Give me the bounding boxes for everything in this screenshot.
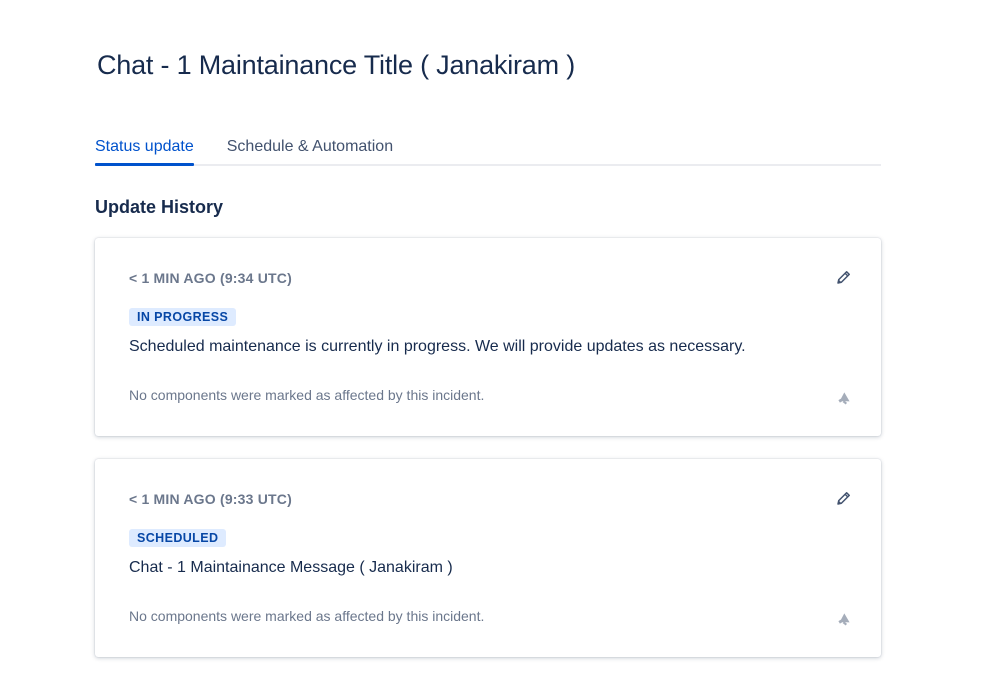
pencil-icon: [835, 268, 853, 291]
update-message: Chat - 1 Maintainance Message ( Janakira…: [129, 559, 453, 576]
update-timestamp: < 1 MIN AGO (9:33 UTC): [129, 491, 292, 507]
pencil-icon: [835, 489, 853, 512]
update-card: < 1 MIN AGO (9:34 UTC) IN PROGRESS Sched…: [95, 238, 881, 436]
edit-update-button[interactable]: [833, 489, 855, 511]
affected-components-note: No components were marked as affected by…: [129, 608, 485, 624]
update-card: < 1 MIN AGO (9:33 UTC) SCHEDULED Chat - …: [95, 459, 881, 657]
update-timestamp: < 1 MIN AGO (9:34 UTC): [129, 270, 292, 286]
status-badge: SCHEDULED: [129, 529, 227, 547]
tab-status-update[interactable]: Status update: [95, 130, 194, 166]
status-badge: IN PROGRESS: [129, 308, 237, 326]
megaphone-icon: [835, 609, 855, 629]
update-message: Scheduled maintenance is currently in pr…: [129, 338, 746, 355]
megaphone-icon: [835, 388, 855, 408]
update-history-heading: Update History: [95, 197, 224, 217]
edit-update-button[interactable]: [833, 268, 855, 290]
tab-bar: Status update Schedule & Automation: [95, 130, 881, 166]
affected-components-note: No components were marked as affected by…: [129, 387, 485, 403]
page-title: Chat - 1 Maintainance Title ( Janakiram …: [97, 50, 575, 80]
tab-schedule-automation[interactable]: Schedule & Automation: [227, 130, 393, 164]
